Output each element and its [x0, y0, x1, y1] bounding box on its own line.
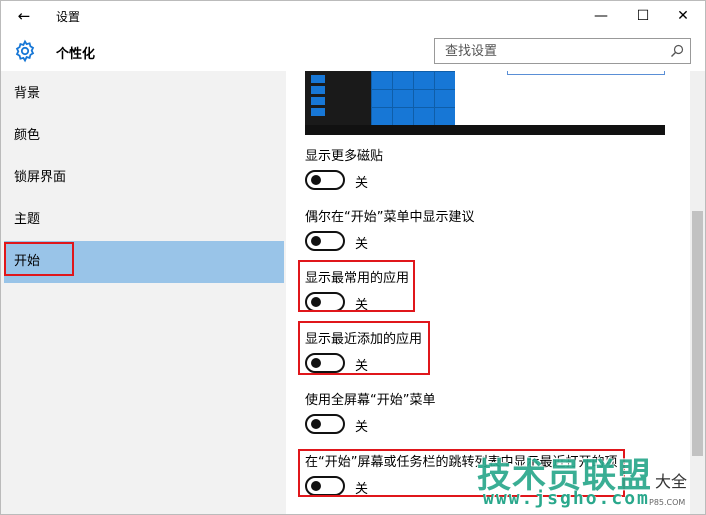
sidebar-item-label: 背景: [14, 86, 41, 101]
toggle-knob: [311, 175, 321, 185]
setting-label: 显示最常用的应用: [305, 271, 410, 286]
preview-taskbar: [305, 125, 665, 135]
setting-label: 在“开始”屏幕或任务栏的跳转列表中显示最近打开的项: [305, 455, 618, 470]
search-box[interactable]: [434, 38, 691, 64]
preview-app-list: [311, 75, 325, 119]
start-menu-preview: [305, 71, 455, 125]
toggle-state: 关: [355, 176, 369, 191]
sidebar-item-label: 锁屏界面: [14, 170, 67, 185]
preview-taskbar-outline: [507, 71, 665, 75]
sidebar-item-label: 开始: [14, 254, 41, 269]
preview-tile-grid: [371, 71, 455, 125]
sidebar-item-colors[interactable]: 颜色: [4, 115, 284, 157]
maximize-button[interactable]: ☐: [621, 3, 665, 29]
toggle-knob: [311, 419, 321, 429]
setting-label: 显示最近添加的应用: [305, 332, 423, 347]
setting-recently-added-apps: 显示最近添加的应用 关: [305, 328, 645, 388]
toggle-switch[interactable]: [305, 231, 345, 251]
back-button[interactable]: ←: [11, 5, 37, 27]
sidebar-item-label: 颜色: [14, 128, 41, 143]
setting-most-used-apps: 显示最常用的应用 关: [305, 267, 645, 327]
sidebar-item-background[interactable]: 背景: [4, 73, 284, 115]
settings-window: ← 设置 — ☐ ✕ 个性化 背景 颜色 锁屏界面 主题 开始: [0, 0, 706, 515]
back-arrow-icon: ←: [17, 7, 31, 25]
sidebar-item-start[interactable]: 开始: [4, 241, 284, 283]
minimize-icon: —: [594, 8, 608, 24]
setting-label: 偶尔在“开始”菜单中显示建议: [305, 210, 475, 225]
toggle-state: 关: [355, 237, 369, 252]
start-settings-panel: 显示更多磁贴 关 偶尔在“开始”菜单中显示建议 关 显示最常用的应用 关 显示最…: [287, 71, 705, 514]
search-input[interactable]: [435, 39, 660, 63]
title-bar: ← 设置 — ☐ ✕: [1, 1, 705, 31]
toggle-switch[interactable]: [305, 476, 345, 496]
search-icon[interactable]: [670, 44, 684, 58]
setting-label: 使用全屏幕“开始”菜单: [305, 393, 436, 408]
setting-show-more-tiles: 显示更多磁贴 关: [305, 145, 645, 205]
toggle-knob: [311, 297, 321, 307]
toggle-switch[interactable]: [305, 414, 345, 434]
toggle-switch[interactable]: [305, 353, 345, 373]
setting-full-screen-start: 使用全屏幕“开始”菜单 关: [305, 389, 645, 449]
close-button[interactable]: ✕: [661, 3, 705, 29]
sidebar: 背景 颜色 锁屏界面 主题 开始: [1, 71, 286, 514]
sidebar-item-themes[interactable]: 主题: [4, 199, 284, 241]
page-title: 个性化: [56, 47, 96, 62]
content-scrollbar[interactable]: [690, 71, 705, 514]
close-icon: ✕: [677, 8, 689, 24]
sidebar-item-lock-screen[interactable]: 锁屏界面: [4, 157, 284, 199]
toggle-switch[interactable]: [305, 170, 345, 190]
page-header: 个性化: [1, 31, 705, 71]
gear-icon: [15, 39, 35, 63]
window-title: 设置: [56, 10, 81, 24]
setting-show-suggestions: 偶尔在“开始”菜单中显示建议 关: [305, 206, 645, 266]
toggle-state: 关: [355, 359, 369, 374]
minimize-button[interactable]: —: [579, 3, 623, 29]
toggle-knob: [311, 358, 321, 368]
toggle-state: 关: [355, 420, 369, 435]
toggle-knob: [311, 236, 321, 246]
maximize-icon: ☐: [636, 8, 650, 24]
toggle-knob: [311, 481, 321, 491]
toggle-state: 关: [355, 482, 369, 497]
sidebar-item-label: 主题: [14, 212, 41, 227]
setting-label: 显示更多磁贴: [305, 149, 384, 164]
setting-jump-list-recent: 在“开始”屏幕或任务栏的跳转列表中显示最近打开的项 关: [305, 451, 645, 511]
toggle-switch[interactable]: [305, 292, 345, 312]
scroll-thumb[interactable]: [692, 211, 703, 456]
toggle-state: 关: [355, 298, 369, 313]
